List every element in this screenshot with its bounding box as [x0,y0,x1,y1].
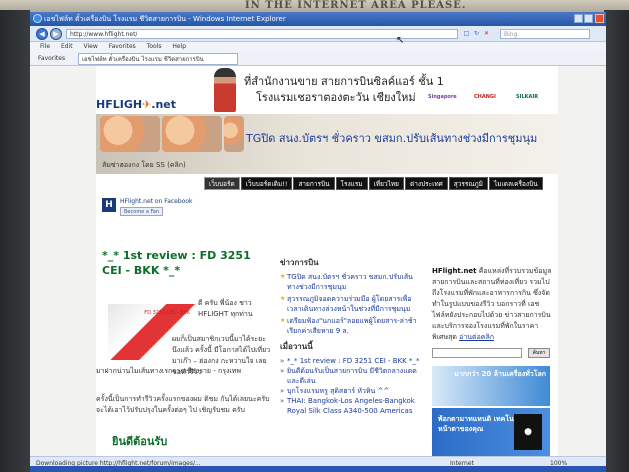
facebook-label: HFlight.net on Facebook [120,198,193,205]
header-slideshow: TGปิด สนง.บัตรฯ ชั่วคราว ขสมก.ปรับเส้นทา… [96,114,558,174]
monitor-bezel-right [604,10,629,472]
nav-mail[interactable]: ไมเดลเครื่องบิน [488,177,543,190]
post-text: ครั้งนี้เป็นการทำรีวิวครั้งแรกของผม ติชม… [96,395,270,414]
about-more-link[interactable]: อ่านต่อคลิก [459,333,494,341]
title-bar: เอชไฟล์ท ตั๋วเครื่องบิน โรงแรม ชีวิตสายก… [30,12,606,26]
about-text: HFlight.net คือแหล่งที่รวบรวมข้อมูลสายกา… [432,266,552,343]
stop-icon[interactable]: ✕ [482,29,491,38]
nav-home[interactable]: เว็บบอร์ด [204,177,240,190]
site-search-button[interactable]: ค้นหา [528,348,550,358]
facebook-box: H HFlight.net on Facebook Become a Fan [102,198,202,220]
header-food-image [224,116,244,152]
post-title[interactable]: *_* 1st review : FD 3251 CEI - BKK *_* [102,248,272,278]
nav-travel-thai[interactable]: เที่ยวไทย [368,177,404,190]
address-url: http://www.hflight.net/ [70,31,138,38]
main-column: *_* 1st review : FD 3251 CEI - BKK *_* F… [96,248,272,456]
banner-person-image [214,68,236,112]
about-brand: HFlight.net [432,267,477,275]
partner-logo-singapore: Singapore [428,94,457,100]
menu-file[interactable]: File [40,43,50,50]
browser-tab[interactable]: เอชไฟล์ท ตั๋วเครื่องบิน โรงแรม ชีวิตสายก… [78,53,238,65]
header-food-image [100,116,160,152]
nav-abroad[interactable]: ต่างประเทศ [404,177,448,190]
menu-view[interactable]: View [84,43,98,50]
nav-airlines[interactable]: สายการบิน [293,177,335,190]
page-viewport: ที่สำนักงานขาย สายการบินซิลค์แอร์ ชั้น 1… [30,66,606,456]
room-sign-text: IN THE INTERNET AREA PLEASE. [245,0,467,11]
news-heading: ข่าวการบิน [280,258,319,267]
compat-view-icon[interactable]: □ [462,29,471,38]
header-ticker: ลัมซ่าฮองกง โดย SS (คลิก) [102,161,186,169]
search-box[interactable]: Bing [500,29,590,39]
about-body: คือแหล่งที่รวบรวมข้อมูลสายการบินและสถานท… [432,267,552,341]
taskbar [30,466,606,472]
nav-suvarnabhumi[interactable]: สุวรรณภูมิ [448,177,488,190]
monitor-bezel-left [0,10,30,472]
news-item[interactable]: เตรียมฟ้อง"นกแอร์"ลอยแพผู้โดยสาร-ล่าช้าเ… [280,316,422,336]
top-banner-ad[interactable]: ที่สำนักงานขาย สายการบินซิลค์แอร์ ชั้น 1… [96,66,558,114]
webpage: ที่สำนักงานขาย สายการบินซิลค์แอร์ ชั้น 1… [96,66,558,456]
maximize-button[interactable] [584,14,593,23]
post-text: ดี ครับ พี่น้อง ชาว HFLIGHT ทุกท่าน [198,299,253,318]
post-title[interactable]: ยินดีต้อนรับ [112,432,167,450]
mouse-cursor-icon: ↖ [396,35,405,46]
latest-item[interactable]: ยินดีต้อนรับเป็นสายการบิน มีชีวิตกลางแดด… [280,366,422,386]
news-column: ข่าวการบิน TGปิด สนง.บัตรฯ ชั่วคราว ขสมก… [280,256,422,456]
side-ad-text: มากกว่า 20 ล้านเครื่องทั่วโลก [454,370,546,378]
forward-button[interactable]: ▶ [50,28,62,40]
latest-heading: เมื่อวานนี้ [280,342,313,351]
become-fan-button[interactable]: Become a Fan [120,207,164,216]
news-item[interactable]: TGปิด สนง.บัตรฯ ชั่วคราว ขสมก.ปรับเส้นทา… [280,272,422,292]
ie-logo-icon [33,14,42,23]
hflight-h-icon: H [102,198,116,212]
news-item[interactable]: สุวรรณภูมิจอดความร่วมมือ ผู้โดยสารเพื่อเ… [280,294,422,314]
menu-tools[interactable]: Tools [147,43,162,50]
window-title: เอชไฟล์ท ตั๋วเครื่องบิน โรงแรม ชีวิตสายก… [44,15,286,23]
partner-logo-silkair: SILKAIR [516,94,539,100]
menu-edit[interactable]: Edit [61,43,73,50]
photo-of-monitor: IN THE INTERNET AREA PLEASE. เอชไฟล์ท ตั… [0,0,629,472]
menu-bar: File Edit View Favorites Tools Help [30,42,606,52]
banner-line-2: โรงแรมเชอราตองตะวัน เชียงใหม่ [256,91,416,104]
minimize-button[interactable] [574,14,583,23]
side-ad-deals[interactable]: มากกว่า 20 ล้านเครื่องทั่วโลก [432,366,550,406]
post-image-caption: FD 3251 CEI - BKK [144,310,190,316]
header-headline[interactable]: TGปิด สนง.บัตรฯ ชั่วคราว ขสมก.ปรับเส้นทา… [246,132,556,146]
latest-item[interactable]: *_* 1st review : FD 3251 CEI - BKK *_* [280,356,422,366]
menu-help[interactable]: Help [172,43,186,50]
nav-board[interactable]: เว็บบอร์ดเดิม!! [240,177,293,190]
favorites-row: Favorites เอชไฟล์ท ตั๋วเครื่องบิน โรงแรม… [30,52,606,66]
nav-hotels[interactable]: โรงแรม [335,177,368,190]
header-food-image [162,116,222,152]
side-ad-product-image: ● [514,414,542,450]
post-text: มาฝากน่านไมเส้นทางเรกจากเชียงราย - กรุงเ… [96,367,241,375]
main-nav: เว็บบอร์ด เว็บบอร์ดเดิม!! สายการบิน โรงแ… [204,176,544,208]
partner-logo-changi: CHANGI [474,94,496,100]
favorites-button[interactable]: Favorites [38,52,65,66]
address-row: ◀ ▶ http://www.hflight.net/ □ ↻ ✕ Bing [30,26,606,42]
site-logo[interactable]: HFLIGH✈.net [96,98,176,111]
latest-item[interactable]: THAI: Bangkok-Los Angeles-Bangkok Royal … [280,396,422,416]
browser-window: เอชไฟล์ท ตั๋วเครื่องบิน โรงแรม ชีวิตสายก… [30,12,606,472]
close-button[interactable] [595,14,604,23]
side-ad-technology[interactable]: พ้อกตามาทแหนดิ เทคโนโลยี หน้าตาของคุณ ● [432,408,550,456]
search-placeholder: Bing [504,31,518,38]
menu-favorites[interactable]: Favorites [109,43,136,50]
about-column: HFlight.net คือแหล่งที่รวบรวมข้อมูลสายกา… [432,266,552,456]
back-button[interactable]: ◀ [36,28,48,40]
site-search-input[interactable] [432,348,522,358]
latest-item[interactable]: บุกโรงแรมหรู สุดิสฮาร์ หัวหิน ^^ [280,386,422,396]
refresh-icon[interactable]: ↻ [472,29,481,38]
